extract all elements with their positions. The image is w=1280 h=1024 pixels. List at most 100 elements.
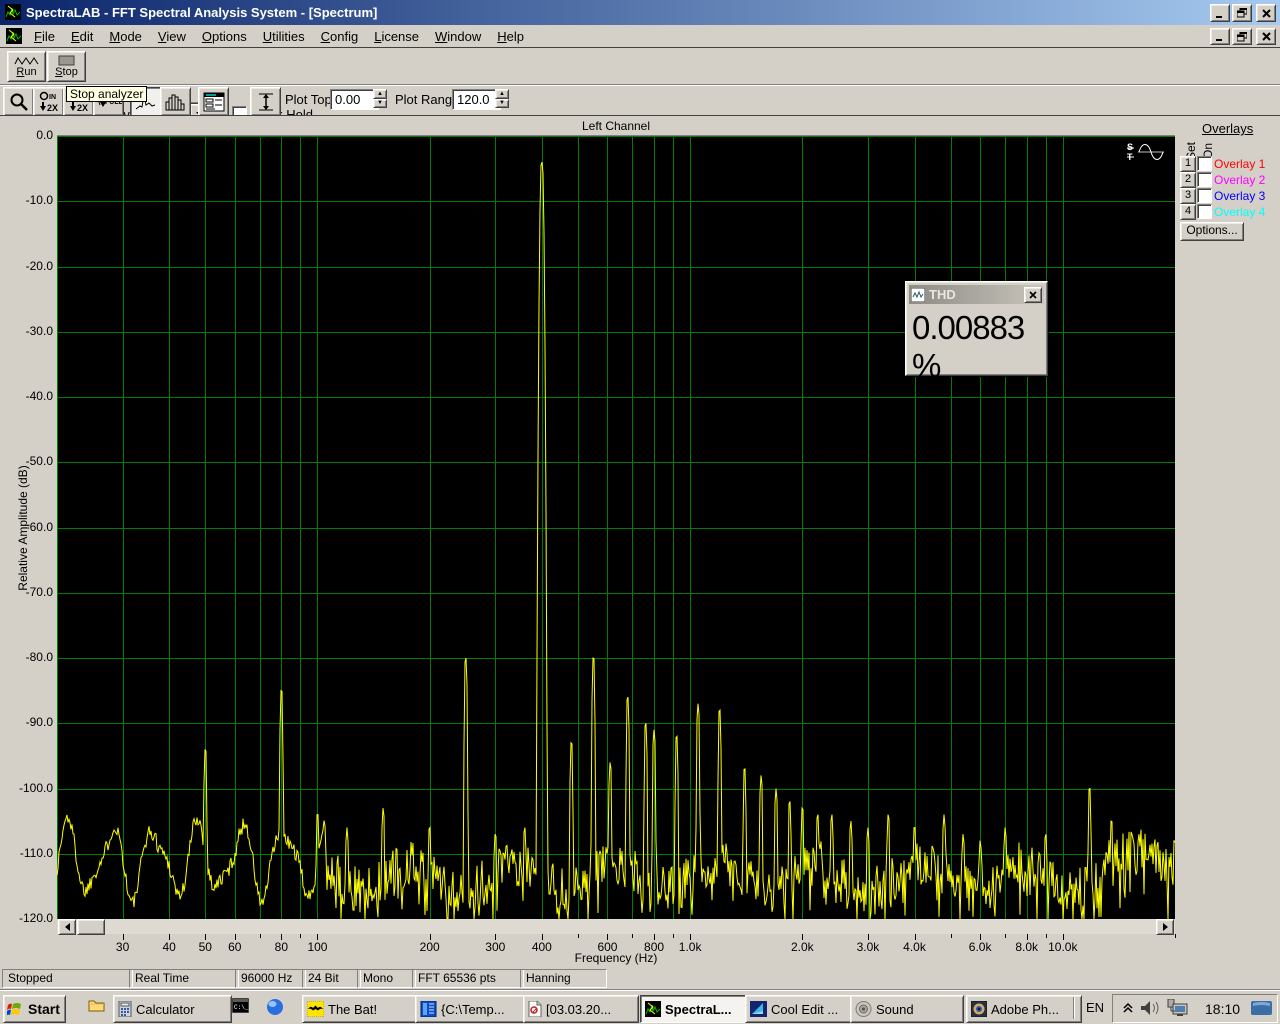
signal-trigger-indicator-icon: S T — [1127, 141, 1167, 163]
bars-view-button[interactable] — [160, 87, 191, 116]
bat-icon — [307, 1001, 324, 1017]
scrollbar-thumb[interactable] — [77, 919, 105, 935]
zoom-button[interactable] — [3, 87, 34, 116]
status-panel-96000-hz: 96000 Hz — [235, 969, 306, 988]
menu-window[interactable]: Window — [427, 27, 489, 46]
taskbar-task-sound[interactable]: Sound — [850, 995, 964, 1023]
taskbar-task-calculator[interactable]: Calculator — [113, 995, 232, 1023]
x-tick — [673, 934, 674, 938]
windows-logo-icon — [7, 1001, 25, 1017]
taskbar-task--03-03-20-[interactable]: [03.03.20... — [523, 995, 639, 1023]
console-icon[interactable]: C:\_ — [232, 998, 249, 1013]
thd-title-bar[interactable]: THD — [909, 285, 1044, 304]
menu-utilities[interactable]: Utilities — [255, 27, 313, 46]
menu-mode[interactable]: Mode — [101, 27, 150, 46]
spectrum-plot-area[interactable]: S T — [57, 135, 1175, 919]
language-indicator[interactable]: EN — [1082, 998, 1108, 1018]
bar-chart-icon — [165, 92, 187, 112]
plot-h-scrollbar[interactable] — [57, 919, 1175, 934]
menu-license[interactable]: License — [366, 27, 427, 46]
cooledit-icon — [750, 1001, 767, 1017]
menu-help[interactable]: Help — [489, 27, 532, 46]
menu-view[interactable]: View — [150, 27, 194, 46]
child-window-icon[interactable] — [6, 28, 22, 44]
child-minimize-button[interactable] — [1210, 28, 1230, 45]
start-button[interactable]: Start — [3, 995, 66, 1023]
taskbar-task--c-temp-[interactable]: {C:\Temp... — [415, 995, 530, 1023]
y-tick-label: -90.0 — [1, 715, 53, 729]
volume-icon[interactable] — [1140, 1000, 1162, 1016]
status-panel-stopped: Stopped — [2, 969, 133, 988]
overlay-on-checkbox-4[interactable] — [1197, 204, 1212, 219]
stop-button[interactable]: Stop — [47, 51, 86, 82]
x-tick — [300, 934, 301, 938]
taskbar-task-adobe-ph-[interactable]: Adobe Ph... — [966, 995, 1082, 1023]
x-tick — [951, 934, 952, 938]
child-restore-button[interactable] — [1232, 28, 1252, 45]
y-tick-label: -80.0 — [1, 650, 53, 664]
overlay-on-checkbox-2[interactable] — [1197, 172, 1212, 187]
clock[interactable]: 18:10 — [1205, 999, 1249, 1019]
amplitude-scale-button[interactable] — [250, 87, 281, 116]
restore-button[interactable] — [1232, 4, 1252, 22]
overlay-set-button-1[interactable]: 1 — [1180, 156, 1196, 172]
folder-icon[interactable] — [88, 998, 106, 1014]
globe-icon[interactable] — [266, 998, 284, 1016]
overlay-on-checkbox-3[interactable] — [1197, 188, 1212, 203]
menu-file[interactable]: File — [26, 27, 63, 46]
thd-close-button[interactable] — [1024, 287, 1042, 303]
status-panel-fft-65536-pts: FFT 65536 pts — [412, 969, 524, 988]
x-axis-title: Frequency (Hz) — [57, 951, 1175, 965]
overlay-label-2: Overlay 2 — [1214, 173, 1265, 187]
menu-options[interactable]: Options — [194, 27, 255, 46]
overlay-set-button-2[interactable]: 2 — [1180, 172, 1196, 188]
overlay-set-button-4[interactable]: 4 — [1180, 204, 1196, 220]
plot-range-field[interactable]: 120.0 — [452, 89, 501, 110]
display-options-button[interactable] — [198, 87, 229, 116]
x-tick — [632, 934, 633, 938]
taskbar: Start CalculatorC:\_ The Bat! {C:\Temp... [… — [0, 990, 1280, 1024]
y-tick-label: -120.0 — [1, 911, 53, 925]
spectralab-icon[interactable] — [5, 4, 21, 20]
transport-toolbar: Run Stop Avg: 1 Peak Hold — [0, 47, 1280, 85]
status-bar: StoppedReal Time96000 Hz24 BitMonoFFT 65… — [0, 966, 1280, 991]
plot-range-value: 120.0 — [457, 92, 490, 107]
scroll-left-button[interactable] — [58, 919, 76, 935]
plot-top-field[interactable]: 0.00 — [330, 89, 379, 110]
close-button[interactable] — [1256, 4, 1276, 22]
menu-config[interactable]: Config — [313, 27, 367, 46]
sound-icon — [855, 1001, 872, 1017]
y-tick-label: -10.0 — [1, 193, 53, 207]
plot-range-spinner[interactable]: ▲▼ — [495, 89, 509, 108]
plot-top-value: 0.00 — [335, 92, 360, 107]
plot-top-spinner[interactable]: ▲▼ — [373, 89, 387, 108]
overlay-set-button-3[interactable]: 3 — [1180, 188, 1196, 204]
y-axis-title: Relative Amplitude (dB) — [16, 443, 30, 613]
run-button[interactable]: Run — [7, 51, 46, 82]
show-desktop-icon[interactable] — [1251, 1000, 1272, 1017]
scroll-right-button[interactable] — [1156, 919, 1174, 935]
task-label: Adobe Ph... — [991, 1002, 1059, 1017]
zoom-in-2x-button[interactable]: IN2X — [33, 87, 64, 116]
spectralab-icon — [645, 1001, 661, 1017]
hidden-icons-chevron[interactable] — [1122, 1002, 1134, 1014]
taskbar-divider — [1073, 997, 1075, 1019]
taskbar-task-cool-edit-[interactable]: Cool Edit ... — [745, 995, 857, 1023]
menu-edit[interactable]: Edit — [63, 27, 101, 46]
minimize-button[interactable] — [1210, 4, 1230, 22]
plot-top-label: Plot Top: — [285, 92, 335, 107]
network-icon[interactable] — [1166, 999, 1190, 1018]
overlays-options-button[interactable]: Options... — [1180, 222, 1244, 241]
x-tick — [1005, 934, 1006, 938]
title-bar[interactable]: SpectraLAB - FFT Spectral Analysis Syste… — [0, 0, 1280, 25]
taskbar-task-the-bat-[interactable]: The Bat! — [302, 995, 422, 1023]
taskbar-task-spectral-[interactable]: SpectraL... — [640, 995, 750, 1023]
thd-window[interactable]: THD 0.00883 % — [905, 281, 1048, 376]
x-tick — [260, 934, 261, 938]
status-panel-real-time: Real Time — [129, 969, 239, 988]
overlays-heading: Overlays — [1202, 121, 1253, 136]
view-toolbar: IN2X 2X FULL Plot Top: 0.00 ▲▼ Plot Rang… — [0, 85, 1280, 115]
child-close-button[interactable] — [1256, 28, 1276, 45]
overlay-on-checkbox-1[interactable] — [1197, 156, 1212, 171]
task-label: {C:\Temp... — [441, 1002, 505, 1017]
